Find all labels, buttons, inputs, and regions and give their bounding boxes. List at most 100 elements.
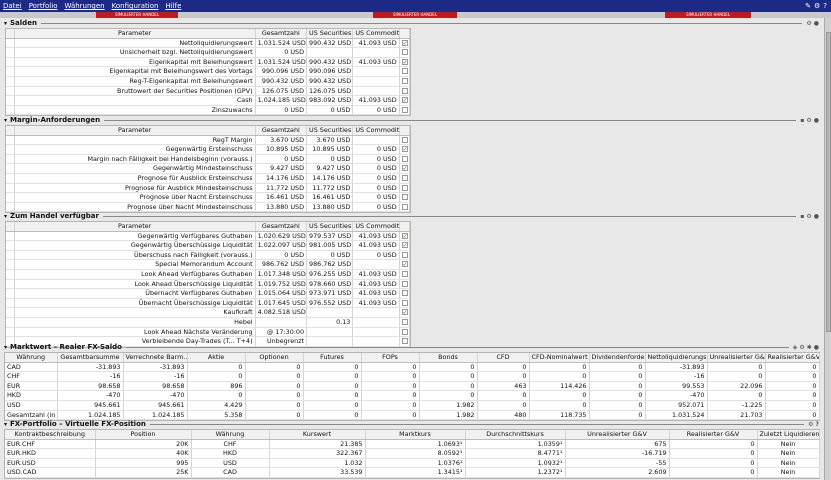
table-row[interactable]: Gegenwärtig Mindesteinschuss 9.427 USD 9.4…	[6, 163, 411, 174]
chart-checkbox[interactable]: ✓	[401, 309, 408, 316]
table-row[interactable]: CAD -31.893 -31.893 0 0 0 0 0 0 0 0 -31.893 0 0	[5, 362, 820, 373]
table-row[interactable]: CHF -16 -16 0 0 0 0 0 0 0 0 -16 0 0	[5, 371, 820, 382]
column-header[interactable]: Verrechnete Barm...	[123, 353, 188, 363]
table-row[interactable]: Gegenwärtig Überschüssige Liquidität 1.02…	[6, 240, 411, 251]
column-header[interactable]: CFD	[477, 353, 530, 363]
column-header[interactable]: Realisierter G&V	[669, 430, 758, 440]
chart-checkbox[interactable]	[401, 290, 408, 297]
column-header[interactable]: Realisierter G&V	[765, 353, 820, 363]
column-header[interactable]: Position	[95, 430, 192, 440]
table-row[interactable]: Zinszuwachs 0 USD 0 USD 0 USD	[6, 105, 411, 116]
chart-checkbox[interactable]	[401, 270, 408, 277]
table-row[interactable]: Überschuss nach Fälligkeit (vorauss.) 0 U…	[6, 250, 411, 261]
table-row[interactable]: Eigenkapital mit Beleihungswert 1.031.524…	[6, 57, 411, 68]
column-header[interactable]: Währung	[191, 430, 270, 440]
table-row[interactable]: Cash 1.024.185 USD 983.092 USD 41.093 USD ✓	[6, 95, 411, 106]
close-icon[interactable]: ●	[814, 117, 819, 124]
collapse-icon[interactable]: ▪	[800, 117, 804, 124]
settings-icon[interactable]: ⚙	[806, 20, 811, 27]
column-header[interactable]: Kontraktbeschreibung	[5, 430, 96, 440]
chart-checkbox[interactable]	[401, 194, 408, 201]
column-header[interactable]: US Securities	[306, 222, 354, 232]
column-header[interactable]: Marktkurs	[365, 430, 466, 440]
chart-checkbox[interactable]	[401, 299, 408, 306]
settings-icon[interactable]: ⚙	[806, 213, 811, 220]
table-row[interactable]: EUR.CHF 20K CHF 21.385 1.0693¹ 1.0359¹ 675 0 Nei…	[5, 439, 820, 450]
chart-checkbox[interactable]	[401, 106, 408, 113]
column-header[interactable]: Gesamtzahl	[255, 29, 308, 39]
collapse-icon[interactable]: ▾	[4, 117, 7, 124]
table-row[interactable]: USD.CAD 25K CAD 33.539 1.3415¹ 1.2372¹ 2.609 0 N…	[5, 467, 820, 478]
section-header[interactable]: ▾ Marktwert – Realer FX-Saldo ◈ ⚙ ✱ ●	[1, 342, 823, 352]
chart-checkbox[interactable]: ✓	[401, 242, 408, 249]
column-header[interactable]: Bonds	[419, 353, 478, 363]
column-header[interactable]: CFD-Nominalwert	[529, 353, 590, 363]
chart-checkbox[interactable]: ✓	[401, 165, 408, 172]
chart-checkbox[interactable]	[401, 87, 408, 94]
column-header[interactable]: Gesamtbarsumme	[57, 353, 124, 363]
table-row[interactable]: Unsicherheit bzgl. Nettoliquidierungswer…	[6, 47, 411, 58]
chart-checkbox[interactable]: ✓	[401, 261, 408, 268]
close-icon[interactable]: ●	[814, 20, 819, 27]
table-row[interactable]: USD 945.661 945.661 4.429 0 0 0 1.982 0 0 0 952.071…	[5, 400, 820, 411]
vertical-scrollbar[interactable]	[824, 18, 831, 480]
chart-checkbox[interactable]	[401, 77, 408, 84]
chart-checkbox[interactable]	[401, 318, 408, 325]
chart-checkbox[interactable]	[401, 174, 408, 181]
chart-checkbox[interactable]: ✓	[401, 39, 408, 46]
collapse-icon[interactable]: ▾	[4, 344, 7, 351]
table-row[interactable]: Eigenkapital mit Beleihungswert des Vort…	[6, 66, 411, 77]
menu-hilfe[interactable]: Hilfe	[165, 2, 181, 10]
column-header[interactable]: Unrealisierter G&V	[707, 353, 766, 363]
chart-checkbox[interactable]	[401, 328, 408, 335]
collapse-icon[interactable]: ▾	[4, 213, 7, 220]
table-row[interactable]: Special Memorandum Account 986.762 USD 986…	[6, 259, 411, 270]
table-row[interactable]: Prognose für Ausblick Ersteinschuss 14.17…	[6, 173, 411, 184]
table-row[interactable]: EUR.HKD 40K HKD 322.367 8.0592¹ 8.4771¹ -16.71…	[5, 448, 820, 459]
column-header[interactable]: Optionen	[245, 353, 304, 363]
table-row[interactable]: Gegenwärtig Ersteinschuss 10.895 USD 10.89…	[6, 144, 411, 155]
table-row[interactable]: Look Ahead Verfügbares Guthaben 1.017.348…	[6, 269, 411, 280]
menu-portfolio[interactable]: Portfolio	[29, 2, 58, 10]
column-header[interactable]: Futures	[303, 353, 362, 363]
column-header[interactable]: US Commodities	[352, 126, 400, 136]
chart-checkbox[interactable]	[401, 155, 408, 162]
section-header[interactable]: ▾ Zum Handel verfügbar ▪ ⚙ ●	[1, 211, 823, 221]
table-row[interactable]: EUR 98.658 98.658 896 0 0 0 0 463 114.426 0 99.553 2…	[5, 381, 820, 392]
chart-checkbox[interactable]: ✓	[401, 97, 408, 104]
help-icon[interactable]: ?	[816, 421, 819, 428]
chart-checkbox[interactable]	[401, 184, 408, 191]
column-header[interactable]: Nettoliquidierungs...	[645, 353, 708, 363]
chart-checkbox[interactable]	[401, 68, 408, 75]
menu-konfiguration[interactable]: Konfiguration	[112, 2, 159, 10]
column-header[interactable]: Unrealisierter G&V	[565, 430, 670, 440]
settings-icon[interactable]: ⚙	[806, 117, 811, 124]
chart-checkbox[interactable]	[401, 280, 408, 287]
chart-checkbox[interactable]	[401, 251, 408, 258]
table-row[interactable]: RegT Margin 3.670 USD 3.670 USD	[6, 135, 411, 146]
chart-checkbox[interactable]: ✓	[401, 146, 408, 153]
settings-icon[interactable]: ⚙	[814, 2, 820, 10]
close-icon[interactable]: ●	[814, 344, 819, 351]
table-row[interactable]: Prognose für Ausblick Mindesteinschuss 11…	[6, 183, 411, 194]
table-row[interactable]: EUR.USD 995 USD 1.032 1.0376¹ 1.0932¹ -55 0 Nein	[5, 458, 820, 469]
help-icon[interactable]: ?	[823, 2, 827, 10]
table-row[interactable]: Prognose über Nacht Ersteinschuss 16.461 …	[6, 192, 411, 203]
column-header[interactable]: Parameter	[14, 29, 256, 39]
column-header[interactable]: Gesamtzahl	[255, 222, 308, 232]
chart-checkbox[interactable]	[401, 136, 408, 143]
collapse-icon[interactable]: ▾	[4, 20, 7, 27]
section-header[interactable]: ▾ Salden ⚙ ●	[1, 18, 823, 28]
table-row[interactable]: Gegenwärtig Verfügbares Guthaben 1.020.62…	[6, 231, 411, 242]
column-header[interactable]: Parameter	[14, 222, 256, 232]
column-header[interactable]: US Securities	[306, 126, 354, 136]
section-header[interactable]: ▾ Margin-Anforderungen ▪ ⚙ ●	[1, 115, 823, 125]
table-row[interactable]: Margin nach Fälligkeit bei Handelsbeginn…	[6, 154, 411, 165]
column-header[interactable]: Kurswert	[269, 430, 366, 440]
column-header[interactable]: US Commodities	[352, 222, 400, 232]
section-header[interactable]: ▾ FX-Portfolio – Virtuelle FX-Position ⚙…	[1, 419, 823, 429]
collapse-icon[interactable]: ▾	[4, 421, 7, 428]
table-row[interactable]: Nettoliquidierungswert 1.031.524 USD 990.4…	[6, 38, 411, 49]
column-header[interactable]: FOPs	[361, 353, 420, 363]
close-icon[interactable]: ●	[814, 213, 819, 220]
